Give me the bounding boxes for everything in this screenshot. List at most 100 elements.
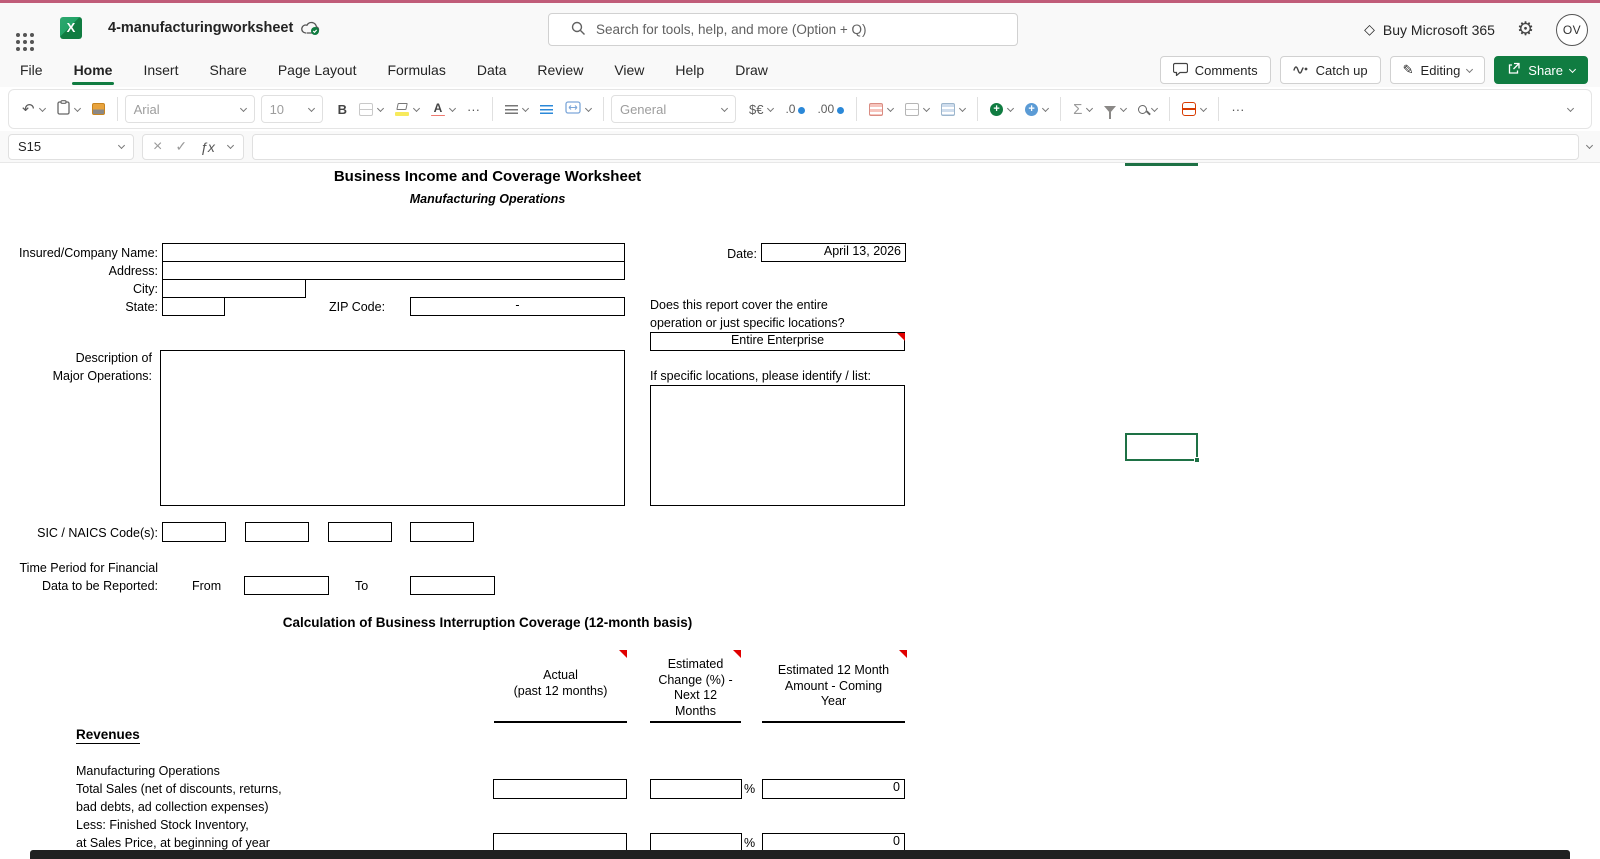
insert-cells-button[interactable]: + — [985, 94, 1018, 124]
undo-button[interactable]: ↶ — [17, 94, 50, 124]
sort-filter-button[interactable] — [1099, 94, 1131, 124]
ribbon-collapse-icon[interactable] — [1566, 104, 1575, 112]
borders-button[interactable] — [354, 94, 388, 124]
date-label: Date: — [727, 247, 757, 261]
tab-insert[interactable]: Insert — [141, 56, 180, 84]
selected-cell[interactable] — [1125, 433, 1200, 463]
specific-locations-field[interactable] — [650, 385, 905, 506]
address-label: Address: — [108, 264, 158, 278]
delete-cells-button[interactable]: + — [1020, 94, 1053, 124]
settings-gear-icon[interactable]: ⚙ — [1517, 18, 1534, 41]
tab-view[interactable]: View — [612, 56, 646, 84]
merge-cells-button[interactable] — [560, 94, 596, 124]
toolbar-divider — [856, 97, 858, 121]
undo-icon: ↶ — [22, 101, 35, 118]
app-header: X 4-manufacturingworksheet Search for to… — [0, 3, 1600, 52]
format-painter-icon — [91, 103, 105, 115]
column-underline — [650, 721, 741, 723]
toolbar-overflow-button[interactable]: ··· — [1226, 94, 1249, 124]
fill-handle[interactable] — [1194, 457, 1200, 463]
column-underline — [494, 721, 627, 723]
merge-cells-icon — [565, 101, 581, 117]
sort-filter-icon — [1104, 105, 1117, 119]
col-header-estimated-amount: Estimated 12 Month Amount - Coming Year — [777, 663, 890, 708]
tab-draw[interactable]: Draw — [733, 56, 770, 84]
font-more-button[interactable]: ··· — [462, 94, 485, 124]
share-button[interactable]: Share — [1494, 56, 1588, 84]
share-icon — [1507, 62, 1521, 78]
editing-mode-button[interactable]: ✎ Editing — [1389, 56, 1486, 84]
description-label-line1: Description of — [75, 351, 152, 365]
decrease-decimal-button[interactable]: .00 — [812, 94, 849, 124]
date-field[interactable]: April 13, 2026 — [761, 243, 906, 262]
chevron-down-icon — [1086, 104, 1094, 112]
fill-color-button[interactable] — [390, 94, 424, 124]
tab-share[interactable]: Share — [207, 56, 248, 84]
delete-cells-icon: + — [1025, 102, 1039, 116]
coverage-field[interactable]: Entire Enterprise — [650, 332, 905, 351]
font-color-button[interactable]: A — [426, 94, 460, 124]
tab-data[interactable]: Data — [475, 56, 509, 84]
state-field[interactable] — [162, 297, 225, 316]
font-size-select[interactable]: 10 — [260, 95, 323, 123]
format-as-table-button[interactable] — [900, 94, 934, 124]
insert-function-icon[interactable]: ƒx — [200, 139, 215, 155]
formula-bar-expand-icon[interactable] — [1585, 141, 1594, 150]
estimated-change-field[interactable] — [650, 779, 742, 799]
app-launcher-icon[interactable] — [16, 32, 20, 37]
document-title[interactable]: 4-manufacturingworksheet — [108, 20, 293, 36]
actual-amount-field[interactable] — [493, 779, 627, 799]
conditional-formatting-button[interactable] — [864, 94, 898, 124]
insured-name-field[interactable] — [162, 243, 625, 262]
excel-logo-icon[interactable]: X — [60, 16, 82, 39]
tab-home[interactable]: Home — [71, 56, 115, 85]
autosum-button[interactable]: Σ — [1068, 94, 1097, 124]
catch-up-button[interactable]: Catch up — [1279, 56, 1381, 84]
increase-decimal-icon: .0 — [785, 102, 796, 116]
address-field[interactable] — [162, 261, 625, 280]
font-name-select[interactable]: Arial — [124, 95, 255, 123]
from-date-field[interactable] — [244, 576, 329, 595]
cell-styles-button[interactable] — [936, 94, 970, 124]
comments-button[interactable]: Comments — [1159, 56, 1271, 84]
to-date-field[interactable] — [410, 576, 495, 595]
tab-formulas[interactable]: Formulas — [385, 56, 447, 84]
total-sales-label-line2: bad debts, ad collection expenses) — [76, 800, 269, 814]
currency-icon: $€ — [748, 101, 764, 117]
zip-field[interactable]: - — [410, 297, 625, 316]
name-box[interactable]: S15 — [8, 133, 134, 160]
sic-code-field[interactable] — [410, 522, 474, 542]
percent-sign: % — [744, 836, 756, 850]
wrap-text-button[interactable] — [535, 94, 558, 124]
find-button[interactable] — [1133, 94, 1162, 124]
col-header-estimated-change: Estimated Change (%) - Next 12 Months — [658, 657, 733, 718]
tab-page-layout[interactable]: Page Layout — [276, 56, 359, 84]
sic-code-field[interactable] — [328, 522, 392, 542]
sheet-view-button[interactable] — [1177, 94, 1211, 124]
paste-button[interactable] — [52, 94, 85, 124]
city-field[interactable] — [162, 279, 306, 298]
sic-naics-label: SIC / NAICS Code(s): — [37, 526, 158, 540]
search-input[interactable]: Search for tools, help, and more (Option… — [548, 13, 1018, 46]
account-avatar[interactable]: OV — [1556, 13, 1588, 46]
chevron-down-icon — [117, 141, 126, 150]
description-field[interactable] — [160, 350, 625, 506]
confirm-entry-icon[interactable]: ✓ — [175, 138, 187, 155]
number-format-select[interactable]: General — [610, 95, 736, 123]
conditional-formatting-icon — [869, 102, 884, 116]
increase-decimal-button[interactable]: .0 — [780, 94, 810, 124]
currency-format-button[interactable]: $€ — [744, 94, 778, 124]
sic-code-field[interactable] — [162, 522, 226, 542]
cancel-entry-icon[interactable]: × — [153, 138, 162, 156]
tab-review[interactable]: Review — [535, 56, 585, 84]
spreadsheet-grid[interactable]: Business Income and Coverage Worksheet M… — [0, 163, 1600, 859]
tab-file[interactable]: File — [18, 56, 45, 84]
sic-code-field[interactable] — [245, 522, 309, 542]
format-painter-button[interactable] — [87, 94, 110, 124]
bold-button[interactable]: B — [333, 94, 352, 124]
estimated-amount-field[interactable]: 0 — [762, 779, 905, 799]
align-button[interactable] — [500, 94, 533, 124]
tab-help[interactable]: Help — [673, 56, 706, 84]
buy-microsoft-365-button[interactable]: ◇ Buy Microsoft 365 — [1364, 21, 1495, 38]
formula-input[interactable] — [251, 133, 1579, 160]
